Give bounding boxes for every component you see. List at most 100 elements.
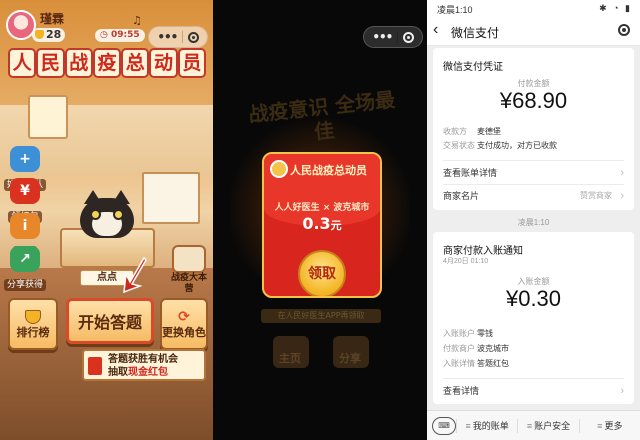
status-key: 交易状态	[443, 141, 475, 150]
headquarters-label: 战疫大本营	[170, 273, 207, 294]
time-divider: 凌晨1:10	[517, 218, 550, 227]
cat-doctor-character[interactable]	[80, 190, 134, 238]
cat-eye	[90, 209, 101, 220]
claim-button[interactable]: 领取	[298, 250, 346, 296]
status-bar: 凌晨1:10 ✱ ◔ ▮	[427, 0, 640, 16]
energy-timer: ◷ 09:55	[95, 29, 145, 42]
notice-time: 4月20日 01:10	[443, 258, 489, 265]
view-detail-label: 查看详情	[443, 386, 480, 396]
payer-row: 付款商户 波克城市	[443, 343, 509, 354]
merchant-card-link[interactable]: 商家名片 赞赏商家 ›	[443, 185, 624, 207]
status-time: 凌晨1:10	[437, 5, 473, 15]
promo-line-1: 答题获胜有机会	[108, 354, 178, 365]
more-icon[interactable]: •••	[157, 30, 178, 44]
income-notice-card: 商家付款入账通知 4月20日 01:10 入账金额 ¥0.30 入账账户 零钱 付…	[433, 232, 634, 404]
gear-icon[interactable]	[618, 24, 630, 36]
payer-key: 付款商户	[443, 344, 475, 353]
trophy-icon	[35, 30, 44, 39]
start-quiz-label: 开始答题	[77, 313, 142, 332]
chevron-right-icon: ›	[620, 167, 624, 179]
cat-eye	[113, 209, 124, 220]
back-icon[interactable]: ‹	[433, 22, 449, 40]
divider	[443, 160, 624, 161]
red-packet-icon: ¥	[10, 178, 40, 204]
capsule-divider	[397, 31, 398, 43]
title-char: 员	[177, 48, 206, 78]
status-value: 支付成功，对方已收款	[477, 141, 557, 150]
nav-bar: ‹ 微信支付	[427, 16, 640, 46]
red-envelope-icon	[88, 357, 102, 375]
system-icons: ✱ ◔ ▮	[599, 3, 632, 13]
amount-value: 0.3	[302, 214, 331, 233]
username: 瑾霖	[40, 12, 65, 26]
game-logo-icon	[270, 160, 288, 178]
title-char: 战	[64, 48, 93, 78]
payee-value: 麦德堡	[477, 127, 501, 136]
close-miniprogram-icon[interactable]	[187, 31, 199, 43]
payer-value: 波克城市	[477, 344, 509, 353]
menu-my-bill[interactable]: ≡ 我的账单	[456, 418, 517, 433]
menu-icon: ≡	[526, 420, 533, 431]
start-quiz-button[interactable]: 开始答题	[66, 298, 154, 344]
headquarters-icon	[172, 245, 206, 273]
change-role-button[interactable]: ⟳ 更换角色	[160, 298, 208, 350]
menu-account-security[interactable]: ≡ 账户安全	[517, 418, 578, 433]
promo-highlight: 现金红包	[128, 367, 168, 378]
menu-icon: ≡	[465, 420, 471, 431]
divider	[443, 378, 624, 379]
merchant-key: 商家名片	[443, 191, 480, 201]
leaderboard-button[interactable]: 排行榜	[8, 298, 58, 350]
share-icon: ↗	[10, 246, 40, 272]
view-detail-link[interactable]: 查看详情 ›	[443, 380, 624, 402]
payment-receipt-card: 微信支付凭证 付款金额 ¥68.90 收款方 麦德堡 交易状态 支付成功，对方已收款…	[433, 48, 634, 210]
in-detail-key: 入账详情	[443, 359, 475, 368]
notice-board	[28, 95, 68, 139]
keyboard-icon[interactable]: ⌨	[432, 416, 456, 435]
in-account-key: 入账账户	[443, 329, 475, 338]
cash-reward-promo[interactable]: 答题获胜有机会 抽取现金红包	[82, 349, 206, 381]
pay-amount: ¥68.90	[499, 88, 568, 113]
game-home-screen: 瑾霖 28 ◷ 09:55 ♫ ••• 人民战疫总动员 + 好友组队 ¥ 领红包…	[0, 0, 213, 440]
status-row: 交易状态 支付成功，对方已收款	[443, 140, 557, 151]
close-miniprogram-icon[interactable]	[402, 31, 414, 43]
in-detail-row: 入账详情 答题红包	[443, 358, 509, 369]
bill-detail-link[interactable]: 查看账单详情 ›	[443, 162, 624, 184]
leaderboard-label: 排行榜	[16, 325, 50, 339]
bell-icon[interactable]: ♫	[132, 14, 142, 27]
title-char: 民	[36, 48, 65, 78]
notice-title: 商家付款入账通知	[443, 246, 523, 257]
in-account-row: 入账账户 零钱	[443, 328, 493, 339]
menu-more[interactable]: ≡ 更多	[578, 418, 640, 433]
pointer-arrow-icon	[123, 256, 147, 294]
promo-line-2: 抽取现金红包	[108, 366, 204, 379]
more-icon[interactable]: •••	[372, 30, 393, 44]
user-profile[interactable]: 瑾霖 28	[6, 8, 82, 46]
amount-unit: 元	[330, 219, 342, 232]
timer-value: 09:55	[111, 30, 140, 40]
title-char: 动	[149, 48, 178, 78]
in-amount: ¥0.30	[505, 286, 562, 311]
menu-account-security-label: 账户安全	[534, 420, 571, 431]
nav-title: 微信支付	[451, 26, 500, 40]
payee-key: 收款方	[443, 127, 467, 136]
side-item-label: 分享获得	[4, 279, 46, 291]
payee-row: 收款方 麦德堡	[443, 126, 501, 137]
title-char: 总	[121, 48, 150, 78]
team-icon: +	[10, 146, 40, 172]
miniprogram-capsule: •••	[148, 26, 208, 48]
title-char: 疫	[92, 48, 122, 78]
merchant-value: 赞赏商家	[580, 191, 612, 200]
red-packet-card: 人民战疫总动员 人人好医生 × 波克城市 0.3元 领取	[262, 152, 382, 298]
menu-more-label: 更多	[604, 420, 623, 431]
menu-my-bill-label: 我的账单	[472, 420, 509, 431]
trophy-icon	[25, 309, 41, 324]
game-title: 人民战疫总动员	[8, 48, 206, 78]
menu-icon: ≡	[597, 420, 603, 431]
dimmed-promo-strip: 在人民好医生APP再领取	[261, 309, 381, 323]
share-label: 分享	[339, 352, 361, 365]
headquarters-button[interactable]: 战疫大本营	[168, 245, 210, 295]
bill-detail-label: 查看账单详情	[443, 168, 498, 178]
score-value: 28	[46, 28, 62, 41]
reward-popup-screen: ••• 战疫意识 全场最佳 人民战疫总动员 人人好医生 × 波克城市 0.3元 …	[213, 0, 427, 440]
info-icon: i	[10, 213, 40, 239]
